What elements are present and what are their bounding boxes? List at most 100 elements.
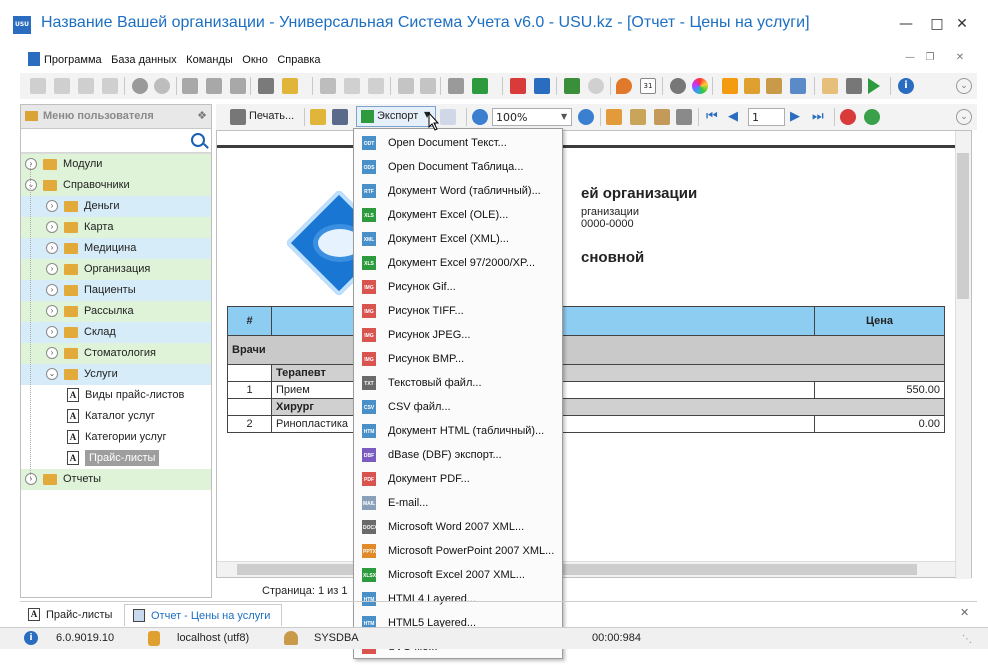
export-menu-item[interactable]: IMG Рисунок JPEG...: [354, 323, 562, 347]
scrollbar-thumb[interactable]: [237, 564, 917, 575]
export-menu-item[interactable]: PPTX Microsoft PowerPoint 2007 XML...: [354, 539, 562, 563]
zoom-in-icon[interactable]: [472, 109, 488, 125]
expander-icon[interactable]: ›: [46, 347, 58, 360]
expander-icon[interactable]: ›: [46, 200, 58, 213]
copy-icon[interactable]: [54, 78, 70, 94]
export-menu-item[interactable]: IMG Рисунок TIFF...: [354, 299, 562, 323]
tree-item[interactable]: › Деньги: [21, 196, 211, 217]
zoom-select[interactable]: 100% ▼: [492, 108, 572, 126]
export-menu-item[interactable]: PDF Документ PDF...: [354, 467, 562, 491]
export-menu-item[interactable]: XLS Документ Excel 97/2000/XP...: [354, 251, 562, 275]
page-icon[interactable]: [654, 109, 670, 125]
close-button[interactable]: ✕: [947, 14, 977, 34]
tab-price-report[interactable]: Отчет - Цены на услуги: [124, 604, 282, 626]
expander-icon[interactable]: ›: [25, 158, 37, 171]
picture-icon[interactable]: [282, 78, 298, 94]
rss-icon[interactable]: [722, 78, 738, 94]
tree-item[interactable]: › Медицина: [21, 238, 211, 259]
tree-item[interactable]: ⌄ Справочники: [21, 175, 211, 196]
menu-help[interactable]: Справка: [274, 50, 323, 70]
vertical-scrollbar[interactable]: [955, 131, 971, 579]
expander-icon[interactable]: ›: [25, 473, 37, 486]
expander-icon[interactable]: ⌄: [25, 179, 37, 192]
stop-icon[interactable]: [840, 109, 856, 125]
expander-icon[interactable]: ›: [46, 326, 58, 339]
filter-clear-icon[interactable]: [206, 78, 222, 94]
export-menu-item[interactable]: IMG Рисунок Gif...: [354, 275, 562, 299]
export-menu-item[interactable]: RTF Документ Word (табличный)...: [354, 179, 562, 203]
tree-item[interactable]: A Прайс-листы: [21, 448, 211, 469]
color-icon[interactable]: [692, 78, 708, 94]
save-icon[interactable]: [332, 109, 348, 125]
expander-icon[interactable]: ⌄: [46, 368, 58, 381]
tree-icon[interactable]: [606, 109, 622, 125]
tree-item[interactable]: › Модули: [21, 154, 211, 175]
filter-icon[interactable]: [182, 78, 198, 94]
prev-page-icon[interactable]: ◀: [728, 109, 744, 125]
export-button[interactable]: Экспорт ▼: [356, 106, 436, 127]
export-menu-item[interactable]: ODS Open Document Таблица...: [354, 155, 562, 179]
excel-export-icon[interactable]: [472, 78, 488, 94]
menu-window[interactable]: Окно: [239, 50, 271, 70]
chevron-down-icon[interactable]: ⌄: [956, 78, 972, 94]
expander-icon[interactable]: ›: [46, 284, 58, 297]
group-icon[interactable]: [320, 78, 336, 94]
window-new-icon[interactable]: [534, 78, 550, 94]
export-menu-item[interactable]: MAIL E-mail...: [354, 491, 562, 515]
tab-price-lists[interactable]: A Прайс-листы: [20, 604, 122, 626]
collapse-all-icon[interactable]: [368, 78, 384, 94]
export-menu-item[interactable]: XLSX Microsoft Excel 2007 XML...: [354, 563, 562, 587]
columns-icon[interactable]: [822, 78, 838, 94]
export-menu-item[interactable]: ODT Open Document Текст...: [354, 131, 562, 155]
expander-icon[interactable]: ›: [46, 305, 58, 318]
search-tool-icon[interactable]: [154, 78, 170, 94]
export-menu-item[interactable]: DOCX Microsoft Word 2007 XML...: [354, 515, 562, 539]
last-page-icon[interactable]: ⏭: [812, 109, 828, 125]
tab-close-icon[interactable]: ✕: [960, 606, 969, 619]
lock-icon[interactable]: [744, 78, 760, 94]
location-icon[interactable]: [616, 78, 632, 94]
filter-apply-icon[interactable]: [230, 78, 246, 94]
expand-all-icon[interactable]: [344, 78, 360, 94]
export-menu-item[interactable]: DBF dBase (DBF) экспорт...: [354, 443, 562, 467]
export-menu-item[interactable]: HTM Документ HTML (табличный)...: [354, 419, 562, 443]
expander-icon[interactable]: ›: [46, 221, 58, 234]
tree-item[interactable]: ⌄ Услуги: [21, 364, 211, 385]
users-icon[interactable]: [766, 78, 782, 94]
new-record-icon[interactable]: [30, 78, 46, 94]
edit-icon[interactable]: [102, 78, 118, 94]
page-number-input[interactable]: 1: [748, 108, 785, 126]
tree-item[interactable]: A Каталог услуг: [21, 406, 211, 427]
brush-icon[interactable]: [790, 78, 806, 94]
print-icon[interactable]: [846, 78, 862, 94]
next-page-icon[interactable]: ▶: [790, 109, 806, 125]
calendar-icon[interactable]: 31: [640, 78, 656, 94]
open-folder-icon[interactable]: [310, 109, 326, 125]
export-menu-item[interactable]: CSV CSV файл...: [354, 395, 562, 419]
delete-icon[interactable]: [78, 78, 94, 94]
tree-item[interactable]: › Склад: [21, 322, 211, 343]
tree-item[interactable]: › Карта: [21, 217, 211, 238]
edit-report-icon[interactable]: [676, 109, 692, 125]
pin-icon[interactable]: ❖: [197, 109, 207, 122]
tree-item[interactable]: › Организация: [21, 259, 211, 280]
thumbnails-icon[interactable]: [630, 109, 646, 125]
report-chevron-icon[interactable]: ⌄: [956, 109, 972, 125]
flag-icon[interactable]: [258, 78, 274, 94]
tree-item[interactable]: › Рассылка: [21, 301, 211, 322]
mdi-minimize-button[interactable]: —: [900, 52, 920, 63]
note-icon[interactable]: [420, 78, 436, 94]
horizontal-scrollbar[interactable]: [217, 561, 955, 577]
exit-icon[interactable]: [564, 78, 580, 94]
clock-icon[interactable]: [588, 78, 604, 94]
tree-item[interactable]: › Отчеты: [21, 469, 211, 490]
export-menu-item[interactable]: XLS Документ Excel (OLE)...: [354, 203, 562, 227]
run-icon[interactable]: [868, 78, 880, 94]
print-button[interactable]: Печать...: [249, 110, 294, 122]
export-menu-item[interactable]: XML Документ Excel (XML)...: [354, 227, 562, 251]
scrollbar-thumb[interactable]: [957, 153, 969, 299]
tree-item[interactable]: › Пациенты: [21, 280, 211, 301]
tree-item[interactable]: A Категории услуг: [21, 427, 211, 448]
minimize-button[interactable]: —: [891, 14, 921, 34]
search-bar[interactable]: [21, 129, 211, 153]
